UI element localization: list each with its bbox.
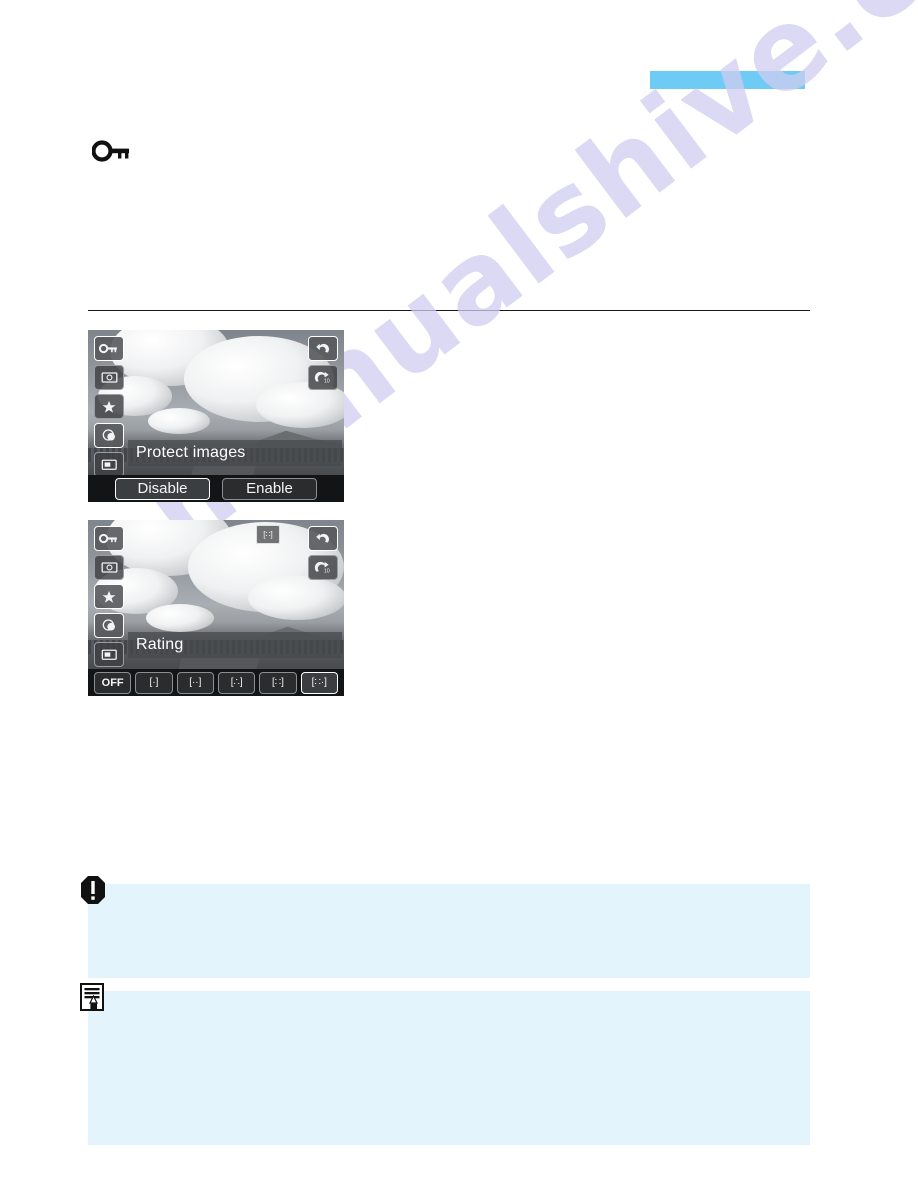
screen-rating-jump-10-icon[interactable]: 10 — [308, 555, 338, 580]
page-section-marker-bar — [650, 71, 805, 89]
screen-rating-option-3-star[interactable]: [∴] — [217, 671, 256, 694]
screen-protect-back-arrow-icon[interactable] — [308, 336, 338, 361]
screen-protect-side-icon-rating[interactable] — [94, 394, 124, 419]
camera-screen-protect-images: 10 Protect images Disable Enable — [88, 330, 344, 502]
photo-cloud — [148, 408, 210, 434]
key-icon — [91, 140, 132, 162]
screen-protect-side-icon-rotate[interactable] — [94, 365, 124, 390]
camera-screen-rating: [∷] 10 Rating OFF [·] [··] [∴] [∷] [∷·] — [88, 520, 344, 696]
screen-rating-side-icon-resize[interactable] — [94, 642, 124, 667]
screen-protect-option-disable[interactable]: Disable — [115, 477, 210, 500]
screen-rating-side-icon-rotate[interactable] — [94, 555, 124, 580]
screen-protect-side-icon-protect[interactable] — [94, 336, 124, 361]
screen-protect-title: Protect images — [128, 440, 342, 466]
screen-rating-title: Rating — [128, 632, 342, 658]
caution-callout-box — [81, 876, 810, 978]
photo-cloud — [248, 576, 344, 620]
screen-protect-option-bar: Disable Enable — [88, 475, 344, 502]
screen-rating-back-arrow-icon[interactable] — [308, 526, 338, 551]
note-text — [88, 991, 810, 1011]
photo-cloud — [146, 604, 214, 632]
note-callout-box — [80, 983, 810, 1145]
screen-protect-option-enable[interactable]: Enable — [222, 477, 317, 500]
screen-protect-side-icon-creative-filter[interactable] — [94, 423, 124, 448]
screen-rating-side-icon-creative-filter[interactable] — [94, 613, 124, 638]
screen-rating-option-1-star[interactable]: [·] — [135, 671, 173, 694]
screen-rating-option-4-star[interactable]: [∷] — [259, 671, 297, 694]
note-icon — [80, 983, 106, 1011]
svg-text:10: 10 — [324, 378, 330, 384]
screen-rating-side-icon-rating[interactable] — [94, 584, 124, 609]
section-divider — [88, 310, 810, 311]
screen-rating-option-5-star[interactable]: [∷·] — [300, 671, 338, 694]
screen-rating-option-2-star[interactable]: [··] — [176, 671, 214, 694]
screen-protect-jump-10-icon[interactable]: 10 — [308, 365, 338, 390]
screen-rating-side-icon-protect[interactable] — [94, 526, 124, 551]
rating-five-star-badge: [∷] — [256, 525, 280, 544]
screen-protect-side-icon-resize[interactable] — [94, 452, 124, 477]
caution-icon — [80, 876, 106, 904]
screen-rating-option-bar: OFF [·] [··] [∴] [∷] [∷·] — [88, 669, 344, 696]
screen-rating-option-off[interactable]: OFF — [94, 671, 132, 694]
svg-text:10: 10 — [324, 568, 330, 574]
caution-text — [88, 884, 810, 904]
